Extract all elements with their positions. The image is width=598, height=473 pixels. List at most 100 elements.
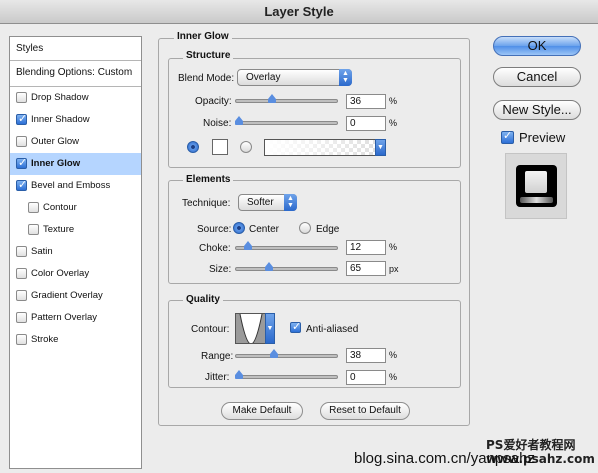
opacity-unit: % (389, 96, 398, 106)
structure-title: Structure (183, 50, 234, 61)
style-item-satin[interactable]: Satin (10, 241, 141, 263)
source-edge-label: Edge (316, 224, 340, 235)
reset-default-button[interactable]: Reset to Default (320, 402, 410, 420)
elements-title: Elements (183, 174, 234, 185)
style-item-texture[interactable]: Texture (10, 219, 141, 241)
source-label: Source: (197, 224, 232, 235)
choke-label: Choke: (199, 243, 231, 254)
range-slider-thumb[interactable] (270, 349, 279, 358)
stroke-checkbox[interactable] (16, 334, 27, 345)
satin-checkbox[interactable] (16, 246, 27, 257)
jitter-slider-thumb[interactable] (235, 370, 244, 379)
preview-label: Preview (519, 130, 566, 145)
gradient-overlay-checkbox[interactable] (16, 290, 27, 301)
ok-button[interactable]: OK (493, 36, 581, 56)
outer-glow-checkbox[interactable] (16, 136, 27, 147)
noise-slider-thumb[interactable] (235, 116, 244, 125)
window-title: Layer Style (264, 4, 334, 19)
blend-mode-select[interactable]: Overlay ▲ ▼ (237, 69, 352, 86)
color-overlay-checkbox[interactable] (16, 268, 27, 279)
noise-field[interactable]: 0 (346, 116, 386, 131)
solid-color-radio[interactable] (187, 141, 199, 153)
jitter-slider[interactable] (235, 370, 338, 379)
blend-mode-label: Blend Mode: (178, 73, 235, 84)
choke-slider-thumb[interactable] (244, 241, 253, 250)
gradient-preview[interactable] (264, 139, 376, 156)
inner-glow-checkbox[interactable] (16, 156, 27, 169)
anti-aliased-checkbox[interactable] (290, 320, 301, 333)
contour-checkbox[interactable] (28, 202, 39, 213)
cancel-button[interactable]: Cancel (493, 67, 581, 87)
inner-shadow-checkbox[interactable] (16, 112, 27, 125)
layer-style-dialog: Layer Style Styles Blending Options: Cus… (0, 0, 598, 473)
styles-list: Styles Blending Options: Custom Drop Sha… (9, 36, 142, 469)
inner-glow-title: Inner Glow (174, 31, 232, 42)
make-default-button[interactable]: Make Default (221, 402, 303, 420)
contour-label: Contour: (191, 324, 230, 335)
style-item-label: Gradient Overlay (31, 290, 103, 301)
gradient-dropdown-icon[interactable]: ▼ (375, 139, 386, 156)
gradient-radio[interactable] (240, 141, 252, 153)
style-item-stroke[interactable]: Stroke (10, 329, 141, 351)
opacity-slider-thumb[interactable] (268, 94, 277, 103)
drop-shadow-checkbox[interactable] (16, 92, 27, 103)
watermark-url: blog.sina.com.cn/yanpsahz (354, 450, 535, 467)
texture-checkbox[interactable] (28, 224, 39, 235)
pattern-overlay-checkbox[interactable] (16, 312, 27, 323)
range-field[interactable]: 38 (346, 348, 386, 363)
contour-dropdown-icon[interactable]: ▼ (265, 313, 275, 344)
preview-glow-edge (520, 197, 553, 203)
opacity-slider[interactable] (235, 94, 338, 103)
glow-color-swatch[interactable] (212, 139, 228, 155)
technique-value: Softer (247, 197, 274, 208)
noise-unit: % (389, 118, 398, 128)
style-item-label: Pattern Overlay (31, 312, 97, 323)
bevel-emboss-checkbox[interactable] (16, 178, 27, 191)
jitter-field[interactable]: 0 (346, 370, 386, 385)
size-unit: px (389, 264, 399, 274)
style-item-color-overlay[interactable]: Color Overlay (10, 263, 141, 285)
select-arrows-icon: ▲ ▼ (284, 194, 297, 211)
style-item-inner-shadow[interactable]: Inner Shadow (10, 109, 141, 131)
jitter-label: Jitter: (205, 372, 230, 383)
choke-field[interactable]: 12 (346, 240, 386, 255)
jitter-unit: % (389, 372, 398, 382)
style-item-outer-glow[interactable]: Outer Glow (10, 131, 141, 153)
opacity-field[interactable]: 36 (346, 94, 386, 109)
style-item-gradient-overlay[interactable]: Gradient Overlay (10, 285, 141, 307)
source-edge-radio[interactable] (299, 222, 311, 234)
technique-select[interactable]: Softer ▲ ▼ (238, 194, 297, 211)
range-slider[interactable] (235, 349, 338, 358)
choke-slider[interactable] (235, 241, 338, 250)
style-item-label: Bevel and Emboss (31, 180, 111, 191)
blend-mode-value: Overlay (246, 72, 281, 83)
style-item-contour[interactable]: Contour (10, 197, 141, 219)
anti-aliased-label: Anti-aliased (306, 324, 359, 335)
contour-preview[interactable] (235, 313, 266, 344)
style-item-pattern-overlay[interactable]: Pattern Overlay (10, 307, 141, 329)
size-slider-thumb[interactable] (265, 262, 274, 271)
style-preview-swatch (505, 153, 567, 219)
contour-curve-icon (236, 314, 265, 343)
style-item-label: Drop Shadow (31, 92, 89, 103)
style-item-label: Inner Shadow (31, 114, 90, 125)
size-field[interactable]: 65 (346, 261, 386, 276)
source-center-radio[interactable] (233, 222, 245, 234)
select-arrows-icon: ▲ ▼ (339, 69, 352, 86)
title-bar: Layer Style (0, 0, 598, 24)
style-item-drop-shadow[interactable]: Drop Shadow (10, 87, 141, 109)
style-item-label: Contour (43, 202, 77, 213)
blending-options-item[interactable]: Blending Options: Custom (10, 61, 141, 87)
technique-label: Technique: (182, 198, 231, 209)
style-item-label: Inner Glow (31, 158, 81, 169)
style-item-inner-glow[interactable]: Inner Glow (10, 153, 141, 175)
source-center-label: Center (249, 224, 280, 235)
preview-inner-shape (525, 171, 547, 193)
size-slider[interactable] (235, 262, 338, 271)
styles-header[interactable]: Styles (10, 37, 141, 61)
preview-checkbox[interactable] (501, 129, 514, 144)
style-item-bevel-emboss[interactable]: Bevel and Emboss (10, 175, 141, 197)
noise-slider[interactable] (235, 116, 338, 125)
quality-title: Quality (183, 294, 223, 305)
new-style-button[interactable]: New Style... (493, 100, 581, 120)
